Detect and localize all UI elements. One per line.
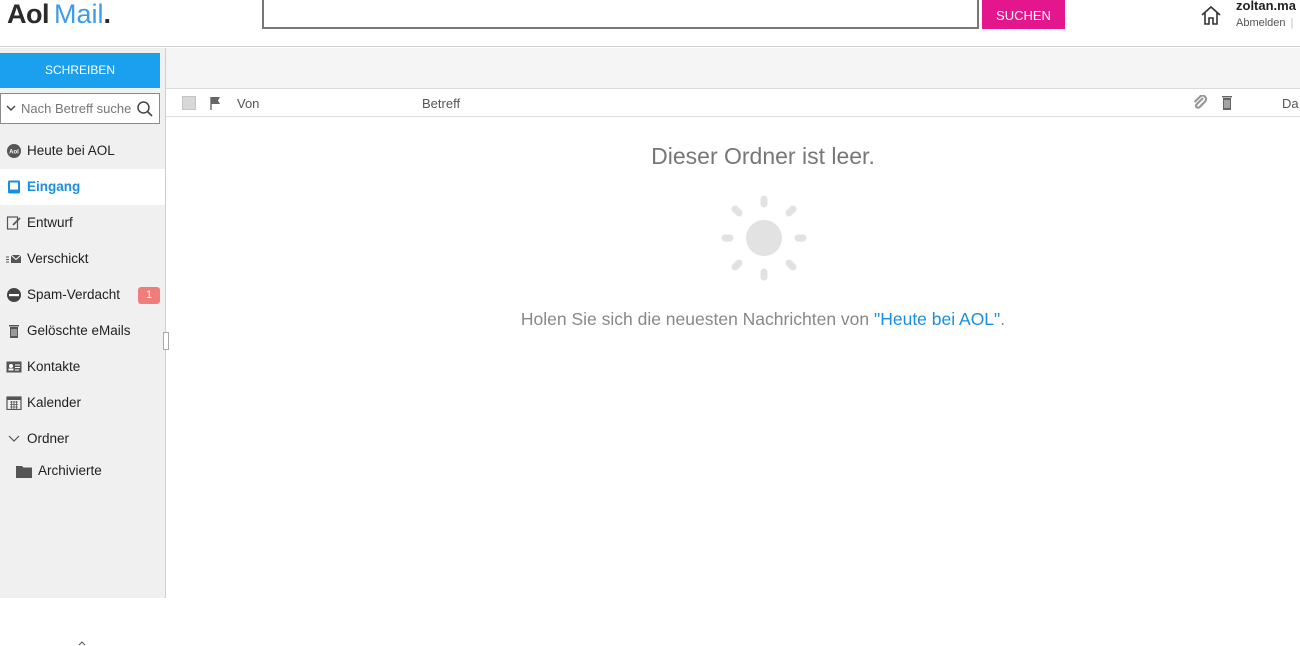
- column-date[interactable]: Da: [1282, 96, 1299, 111]
- svg-text:Aol: Aol: [9, 150, 19, 156]
- sidebar-item-label: Ordner: [27, 431, 70, 446]
- contacts-icon: [6, 361, 22, 373]
- logo-mail-text: Mail: [54, 0, 104, 29]
- sidebar-item-kalender[interactable]: Kalender: [0, 385, 165, 421]
- sidebar-item-archivierte[interactable]: Archivierte: [0, 457, 165, 487]
- chevron-up-icon[interactable]: [78, 640, 86, 646]
- sidebar-item-label: Kontakte: [27, 359, 81, 374]
- sidebar-item-label: Kalender: [27, 395, 82, 410]
- attachment-icon[interactable]: [1192, 95, 1208, 111]
- sidebar-item-kontakte[interactable]: Kontakte: [0, 349, 165, 385]
- search-input[interactable]: [262, 0, 979, 29]
- sent-icon: [6, 254, 22, 263]
- logout-link-row: Abmelden |: [1236, 17, 1293, 29]
- sidebar-item-label: Entwurf: [27, 215, 73, 230]
- sidebar-item-label: Verschickt: [27, 251, 89, 266]
- empty-message-suffix: .: [1000, 309, 1006, 329]
- search-placeholder: Nach Betreff suche: [21, 101, 132, 116]
- sun-icon: [721, 195, 807, 281]
- sidebar-item-geloeschte-emails[interactable]: Gelöschte eMails: [0, 313, 165, 349]
- message-toolbar: [166, 48, 1300, 89]
- trash-icon: [9, 325, 19, 338]
- home-icon[interactable]: [1200, 4, 1222, 26]
- sidebar-item-label: Archivierte: [38, 463, 102, 478]
- sidebar-item-label: Heute bei AOL: [27, 143, 115, 158]
- aol-icon: Aol: [7, 144, 21, 158]
- empty-folder-message: Holen Sie sich die neuesten Nachrichten …: [463, 309, 1063, 330]
- heute-bei-aol-link[interactable]: "Heute bei AOL": [874, 309, 1000, 329]
- folder-icon: [16, 466, 32, 478]
- subject-search-field[interactable]: Nach Betreff suche: [0, 93, 160, 124]
- sidebar: SCHREIBEN Nach Betreff suche Aol Heute b…: [0, 48, 166, 646]
- message-list-header: Von Betreff Da: [166, 89, 1300, 117]
- chevron-down-icon: [8, 435, 20, 442]
- spam-count-badge: 1: [138, 287, 160, 304]
- separator: |: [1290, 17, 1294, 29]
- sidebar-item-label: Eingang: [27, 179, 81, 194]
- compose-button[interactable]: SCHREIBEN: [0, 53, 160, 88]
- trash-icon[interactable]: [1221, 95, 1233, 110]
- sidebar-resize-handle[interactable]: [163, 332, 169, 350]
- sidebar-item-heute-bei-aol[interactable]: Aol Heute bei AOL: [0, 133, 165, 169]
- flag-icon[interactable]: [209, 96, 222, 110]
- sidebar-item-label: Gelöschte eMails: [27, 323, 131, 338]
- top-bar: Aol Mail. SUCHEN zoltan.ma Abmelden |: [0, 0, 1300, 47]
- sidebar-item-verschickt[interactable]: Verschickt: [0, 241, 165, 277]
- sidebar-item-eingang[interactable]: Eingang: [0, 169, 165, 205]
- sidebar-item-ordner[interactable]: Ordner: [0, 421, 165, 457]
- aol-mail-logo[interactable]: Aol Mail.: [7, 0, 111, 31]
- search-icon[interactable]: [136, 100, 154, 118]
- sidebar-item-entwurf[interactable]: Entwurf: [0, 205, 165, 241]
- inbox-icon: [8, 180, 20, 194]
- spam-icon: [7, 288, 21, 302]
- logo-aol-text: Aol: [7, 0, 50, 29]
- select-all-checkbox[interactable]: [182, 96, 196, 110]
- chevron-down-icon[interactable]: [5, 102, 17, 114]
- sidebar-item-spam-verdacht[interactable]: Spam-Verdacht 1: [0, 277, 165, 313]
- search-button[interactable]: SUCHEN: [982, 0, 1065, 29]
- sidebar-item-label: Spam-Verdacht: [27, 287, 121, 302]
- empty-folder-title: Dieser Ordner ist leer.: [651, 143, 875, 169]
- empty-message-text: Holen Sie sich die neuesten Nachrichten …: [520, 309, 874, 329]
- column-from[interactable]: Von: [237, 96, 259, 111]
- calendar-icon: [6, 396, 22, 410]
- folder-nav: Aol Heute bei AOL Eingang Entwurf Versch…: [0, 133, 165, 487]
- draft-icon: [6, 216, 21, 230]
- logo-dot: .: [103, 0, 112, 29]
- logout-link[interactable]: Abmelden: [1236, 17, 1286, 29]
- username: zoltan.ma: [1236, 0, 1296, 13]
- column-subject[interactable]: Betreff: [422, 96, 460, 111]
